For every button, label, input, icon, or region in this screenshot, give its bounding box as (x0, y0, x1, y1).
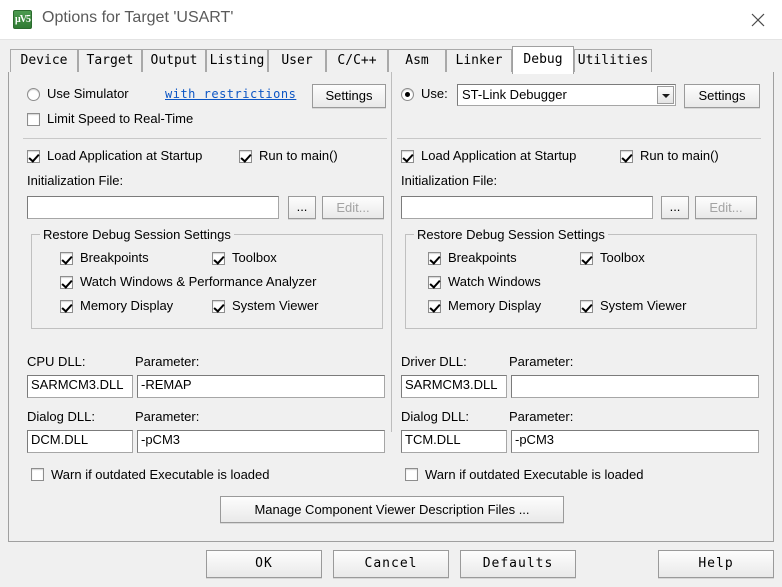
tab-linker[interactable]: Linker (446, 49, 512, 73)
limit-speed-checkbox[interactable] (27, 113, 40, 126)
left-system-viewer-checkbox[interactable] (212, 300, 225, 313)
driver-dll-input[interactable]: SARMCM3.DLL (401, 375, 507, 398)
left-edit-button[interactable]: Edit... (322, 196, 384, 219)
driver-dll-label: Driver DLL: (401, 354, 467, 369)
left-init-file-input[interactable] (27, 196, 279, 219)
left-breakpoints-checkbox[interactable] (60, 252, 73, 265)
with-restrictions-link[interactable]: with restrictions (165, 87, 296, 101)
left-watch-windows-checkbox[interactable] (60, 276, 73, 289)
left-toolbox-checkbox[interactable] (212, 252, 225, 265)
panel-divider (391, 72, 392, 432)
left-breakpoints-label: Breakpoints (80, 250, 149, 265)
right-dialog-parameter-input[interactable]: -pCM3 (511, 430, 759, 453)
title-bar: μV5 Options for Target 'USART' (0, 0, 782, 40)
cpu-dll-input[interactable]: SARMCM3.DLL (27, 375, 133, 398)
right-system-viewer-label: System Viewer (600, 298, 687, 313)
debugger-select[interactable]: ST-Link Debugger (457, 84, 676, 106)
simulator-settings-button[interactable]: Settings (312, 84, 386, 108)
right-toolbox-checkbox[interactable] (580, 252, 593, 265)
right-dialog-dll-input[interactable]: TCM.DLL (401, 430, 507, 453)
right-run-to-main-label: Run to main() (640, 148, 719, 163)
left-dialog-parameter-input[interactable]: -pCM3 (137, 430, 385, 453)
help-button[interactable]: Help (658, 550, 774, 578)
window-edge-strip (0, 40, 3, 587)
right-memory-display-label: Memory Display (448, 298, 542, 313)
limit-speed-label: Limit Speed to Real-Time (47, 111, 194, 126)
left-warn-outdated-label: Warn if outdated Executable is loaded (51, 467, 270, 482)
right-warn-outdated-checkbox[interactable] (405, 468, 418, 481)
right-separator (397, 138, 761, 139)
right-watch-windows-checkbox[interactable] (428, 276, 441, 289)
debugger-select-value: ST-Link Debugger (462, 87, 567, 102)
right-watch-windows-label: Watch Windows (448, 274, 541, 289)
left-dialog-parameter-label: Parameter: (135, 409, 200, 424)
left-memory-display-checkbox[interactable] (60, 300, 73, 313)
use-debugger-label: Use: (421, 86, 448, 101)
left-dialog-dll-label: Dialog DLL: (27, 409, 95, 424)
right-system-viewer-checkbox[interactable] (580, 300, 593, 313)
cancel-button[interactable]: Cancel (333, 550, 449, 578)
tab-user[interactable]: User (268, 49, 326, 73)
dialog-button-bar: OK Cancel Defaults Help (0, 543, 782, 587)
tab-device[interactable]: Device (10, 49, 78, 73)
tab-debug[interactable]: Debug (512, 46, 574, 74)
right-browse-button[interactable]: ... (661, 196, 689, 219)
left-watch-windows-label: Watch Windows & Performance Analyzer (80, 274, 317, 289)
right-restore-group: Restore Debug Session Settings Breakpoin… (405, 227, 757, 329)
cpu-parameter-label: Parameter: (135, 354, 200, 369)
right-init-file-label: Initialization File: (401, 173, 498, 188)
left-warn-outdated-checkbox[interactable] (31, 468, 44, 481)
left-restore-group: Restore Debug Session Settings Breakpoin… (31, 227, 383, 329)
right-dialog-parameter-label: Parameter: (509, 409, 574, 424)
left-restore-group-title: Restore Debug Session Settings (40, 227, 234, 242)
left-system-viewer-label: System Viewer (232, 298, 319, 313)
left-browse-button[interactable]: ... (288, 196, 316, 219)
tab-listing[interactable]: Listing (206, 49, 268, 73)
right-breakpoints-label: Breakpoints (448, 250, 517, 265)
tab-asm[interactable]: Asm (388, 49, 446, 73)
left-load-app-label: Load Application at Startup (47, 148, 203, 163)
use-simulator-label: Use Simulator (47, 86, 129, 101)
debugger-settings-button[interactable]: Settings (684, 84, 760, 108)
use-debugger-radio[interactable] (401, 88, 414, 101)
tab-strip: Device Target Output Listing User C/C++ … (8, 46, 774, 74)
left-dialog-dll-input[interactable]: DCM.DLL (27, 430, 133, 453)
defaults-button[interactable]: Defaults (460, 550, 576, 578)
options-dialog: μV5 Options for Target 'USART' Device Ta… (0, 0, 782, 587)
driver-parameter-input[interactable] (511, 375, 759, 398)
tab-output[interactable]: Output (142, 49, 206, 73)
close-icon[interactable] (734, 0, 782, 39)
right-init-file-input[interactable] (401, 196, 653, 219)
right-breakpoints-checkbox[interactable] (428, 252, 441, 265)
manage-component-viewer-button[interactable]: Manage Component Viewer Description File… (220, 496, 564, 523)
keil-uvision-logo-icon: μV5 (13, 10, 32, 29)
right-toolbox-label: Toolbox (600, 250, 645, 265)
right-run-to-main-checkbox[interactable] (620, 150, 633, 163)
right-edit-button[interactable]: Edit... (695, 196, 757, 219)
cpu-parameter-input[interactable]: -REMAP (137, 375, 385, 398)
right-load-app-label: Load Application at Startup (421, 148, 577, 163)
use-simulator-radio[interactable] (27, 88, 40, 101)
tab-c-cpp[interactable]: C/C++ (326, 49, 388, 73)
left-run-to-main-label: Run to main() (259, 148, 338, 163)
right-load-app-checkbox[interactable] (401, 150, 414, 163)
left-memory-display-label: Memory Display (80, 298, 174, 313)
cpu-dll-label: CPU DLL: (27, 354, 86, 369)
left-separator (23, 138, 387, 139)
left-load-app-checkbox[interactable] (27, 150, 40, 163)
left-init-file-label: Initialization File: (27, 173, 124, 188)
tab-utilities[interactable]: Utilities (574, 49, 652, 73)
chevron-down-icon[interactable] (657, 86, 674, 104)
window-title: Options for Target 'USART' (42, 9, 234, 26)
right-dialog-dll-label: Dialog DLL: (401, 409, 469, 424)
debug-tab-page: Use Simulator with restrictions Settings… (8, 72, 774, 542)
left-toolbox-label: Toolbox (232, 250, 277, 265)
driver-parameter-label: Parameter: (509, 354, 574, 369)
right-warn-outdated-label: Warn if outdated Executable is loaded (425, 467, 644, 482)
right-restore-group-title: Restore Debug Session Settings (414, 227, 608, 242)
right-memory-display-checkbox[interactable] (428, 300, 441, 313)
left-run-to-main-checkbox[interactable] (239, 150, 252, 163)
tab-target[interactable]: Target (78, 49, 142, 73)
ok-button[interactable]: OK (206, 550, 322, 578)
